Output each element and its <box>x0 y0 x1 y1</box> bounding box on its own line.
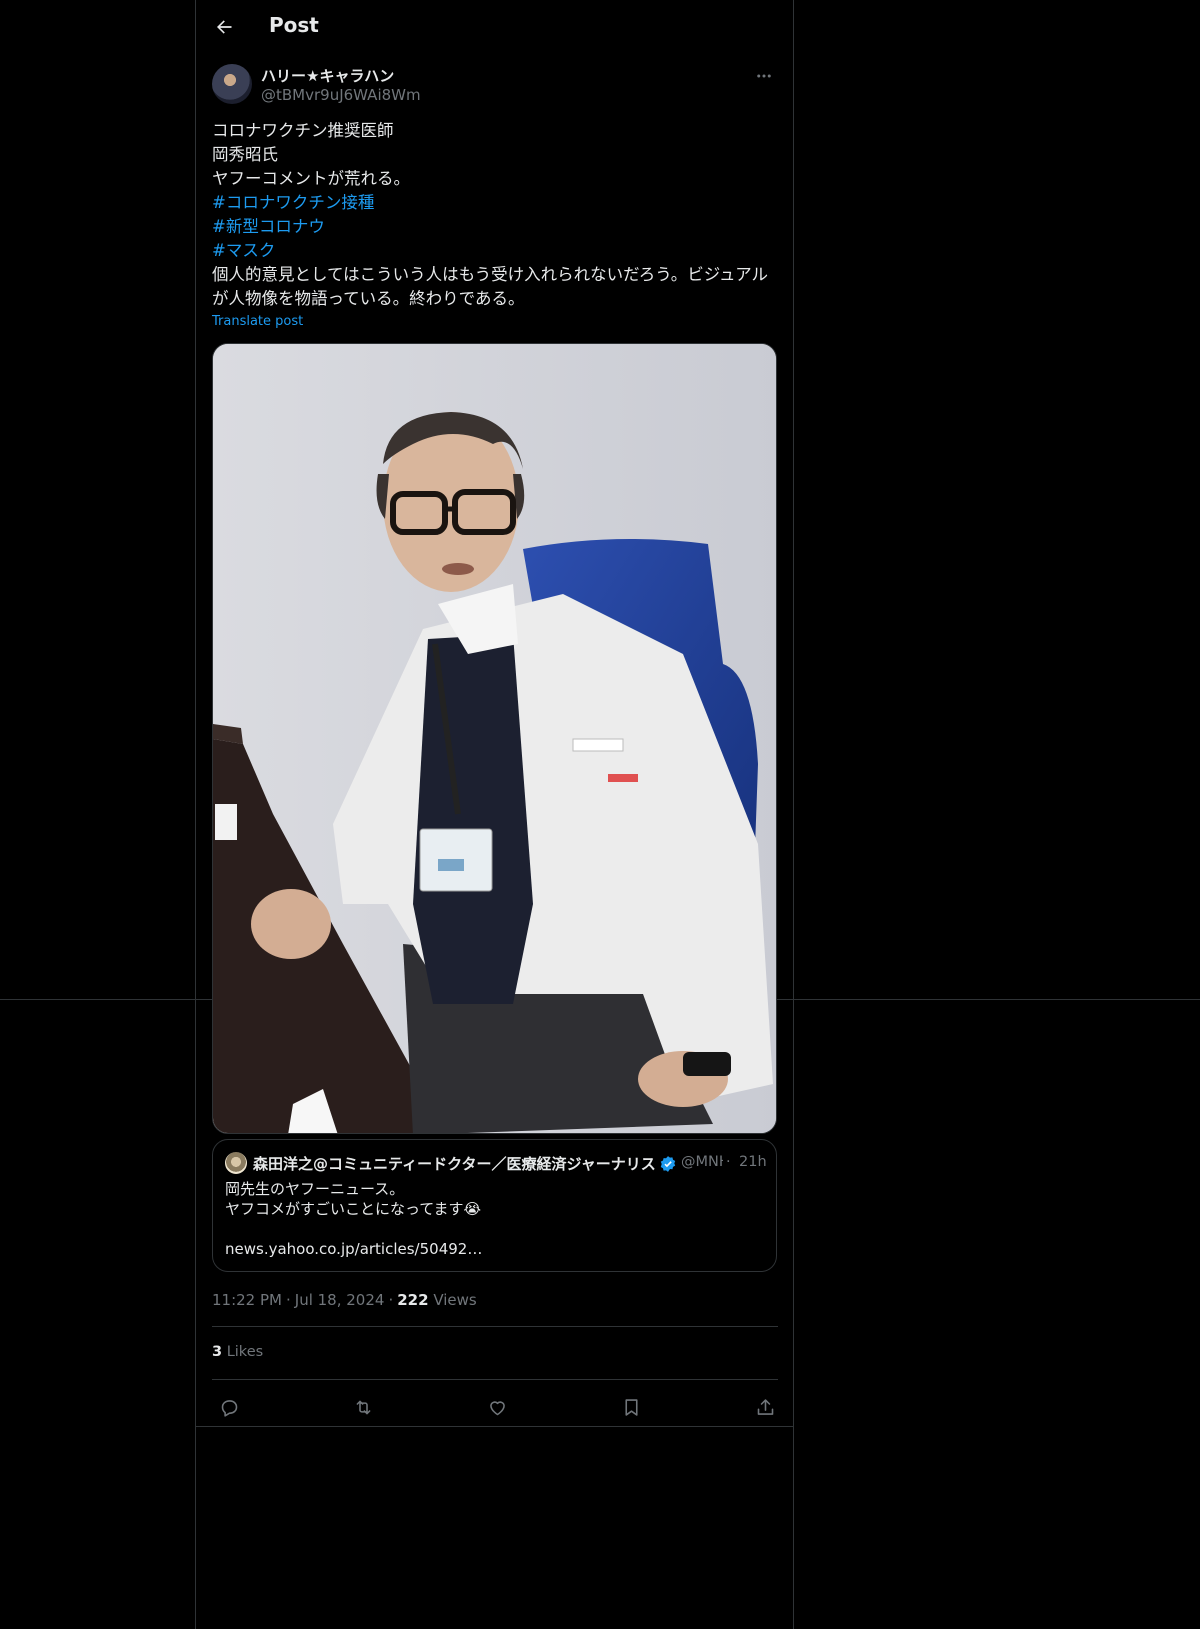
quoted-link[interactable]: news.yahoo.co.jp/articles/50492… <box>225 1239 765 1259</box>
reply-button[interactable] <box>212 1390 246 1424</box>
tweet-photo[interactable] <box>212 343 777 1134</box>
hashtag-link[interactable]: #マスク <box>212 239 777 263</box>
post-meta: 11:22 PM · Jul 18, 2024 · 222 Views <box>212 1291 477 1309</box>
post-column: Post ハリー★キャラハン @tBMvr9uJ6WAi8Wm コロナワクチン推… <box>195 0 794 1629</box>
views-label: Views <box>433 1291 477 1309</box>
bookmark-icon <box>624 1398 638 1416</box>
like-icon <box>489 1400 505 1415</box>
separator-dot: · <box>726 1154 731 1170</box>
separator-dot: · <box>285 1291 291 1309</box>
quoted-time: 21h <box>739 1154 767 1170</box>
likes-label: Likes <box>226 1344 264 1360</box>
divider <box>196 1426 793 1427</box>
tweet-line: 岡秀昭氏 <box>212 145 278 164</box>
tweet-closing-text: 個人的意見としてはこういう人はもう受け入れられないだろう。ビジュアルが人物像を物… <box>212 265 769 308</box>
separator-dot: · <box>388 1291 394 1309</box>
divider <box>212 1379 778 1380</box>
quoted-handle: @MNHMorita <box>681 1154 723 1170</box>
quoted-text: 岡先生のヤフーニュース。 ヤフコメがすごいことになってます😭 news.yaho… <box>225 1179 765 1259</box>
likes-count: 3 <box>212 1344 223 1360</box>
quoted-line <box>225 1219 765 1239</box>
share-button[interactable] <box>748 1390 782 1424</box>
back-button[interactable] <box>207 10 241 44</box>
quoted-avatar <box>225 1152 247 1174</box>
share-icon <box>757 1398 773 1415</box>
tweet-line: ヤフーコメントが荒れる。 <box>212 169 410 188</box>
likes-summary[interactable]: 3 Likes <box>212 1344 263 1360</box>
tweet-line: コロナワクチン推奨医師 <box>212 121 394 140</box>
views-count: 222 <box>397 1291 429 1309</box>
like-button[interactable] <box>480 1390 514 1424</box>
post-header: Post <box>196 0 793 53</box>
back-arrow-icon <box>217 20 232 34</box>
more-button[interactable] <box>752 64 776 88</box>
repost-icon <box>356 1400 370 1414</box>
tweet-text: コロナワクチン推奨医師 岡秀昭氏 ヤフーコメントが荒れる。 #コロナワクチン接種… <box>212 119 777 311</box>
doctor-photo-image <box>213 344 776 1133</box>
post-date[interactable]: Jul 18, 2024 <box>295 1291 385 1309</box>
reply-icon <box>221 1399 237 1417</box>
action-bar <box>212 1390 778 1424</box>
post-time[interactable]: 11:22 PM <box>212 1291 282 1309</box>
divider <box>212 1326 778 1327</box>
hashtag-link[interactable]: #新型コロナウ <box>212 215 777 239</box>
author-display-name[interactable]: ハリー★キャラハン <box>261 65 394 86</box>
more-icon <box>757 74 771 78</box>
quoted-tweet[interactable]: 森田洋之@コミュニティードクター／医療経済ジャーナリス @MNHMorita ·… <box>212 1139 777 1272</box>
bookmark-button[interactable] <box>614 1390 648 1424</box>
repost-button[interactable] <box>346 1390 380 1424</box>
page-title: Post <box>269 13 319 37</box>
quoted-line: 岡先生のヤフーニュース。 <box>225 1180 405 1198</box>
author-handle[interactable]: @tBMvr9uJ6WAi8Wm <box>261 86 421 104</box>
translate-post-link[interactable]: Translate post <box>212 314 303 329</box>
verified-badge-icon <box>660 1156 676 1172</box>
author-avatar[interactable] <box>212 64 252 104</box>
quoted-line: ヤフコメがすごいことになってます😭 <box>225 1200 482 1218</box>
quoted-display-name: 森田洋之@コミュニティードクター／医療経済ジャーナリス <box>253 1155 656 1173</box>
hashtag-link[interactable]: #コロナワクチン接種 <box>212 191 777 215</box>
